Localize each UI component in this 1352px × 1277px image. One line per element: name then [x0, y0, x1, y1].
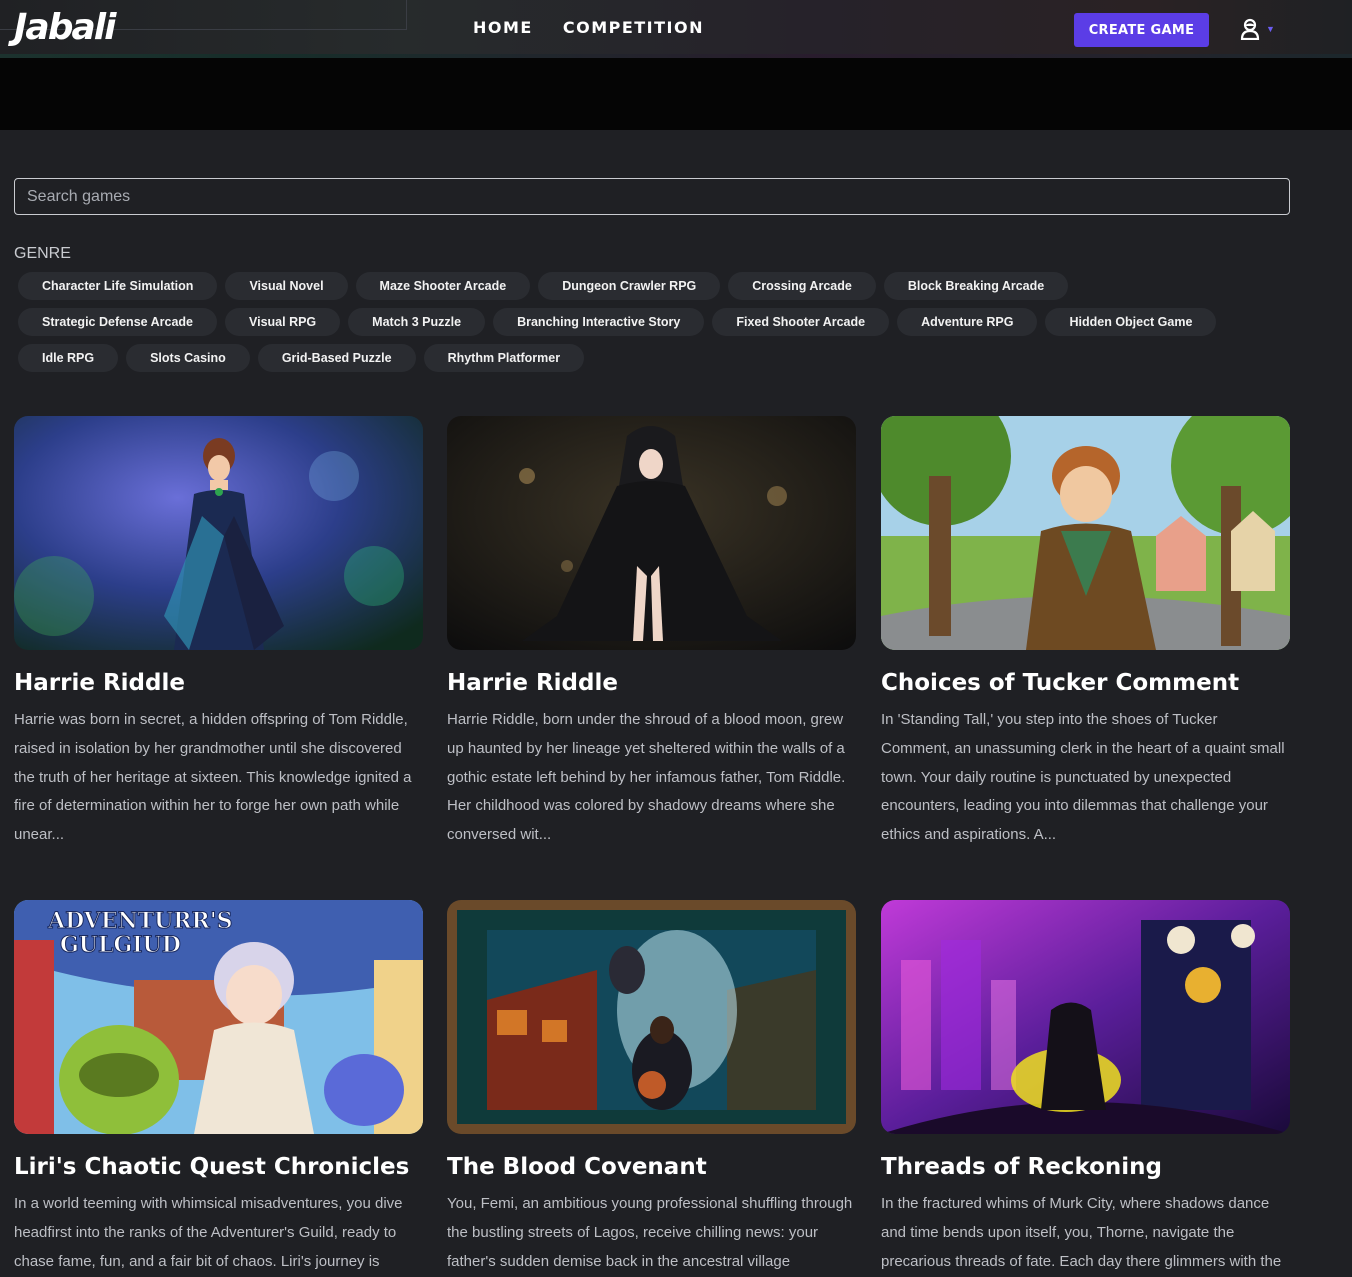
genre-chip[interactable]: Strategic Defense Arcade — [18, 308, 217, 336]
genre-chip[interactable]: Grid-Based Puzzle — [257, 344, 416, 372]
search-input[interactable] — [14, 178, 1290, 215]
genre-chip[interactable]: Adventure RPG — [897, 308, 1038, 336]
game-card[interactable]: ADVENTURR'S GULGIUD Liri's Chaotic Quest… — [14, 900, 423, 1276]
game-description: Harrie Riddle, born under the shroud of … — [447, 711, 846, 844]
genre-chip-list: Character Life Simulation Visual Novel M… — [18, 272, 1248, 372]
image-text: GULGIUD — [60, 932, 181, 958]
game-title[interactable]: Threads of Reckoning — [881, 1153, 1290, 1181]
genre-chip[interactable]: Slots Casino — [126, 344, 250, 372]
genre-chip[interactable]: Match 3 Puzzle — [348, 308, 486, 336]
game-description: Harrie was born in secret, a hidden offs… — [14, 711, 412, 844]
game-thumbnail[interactable] — [881, 416, 1290, 650]
genre-chip[interactable]: Rhythm Platformer — [423, 344, 585, 372]
genre-chip[interactable]: Fixed Shooter Arcade — [712, 308, 890, 336]
genre-chip[interactable]: Idle RPG — [18, 344, 119, 372]
game-thumbnail[interactable] — [14, 416, 423, 650]
chevron-down-icon: ▼ — [1266, 24, 1275, 34]
game-title[interactable]: Choices of Tucker Comment — [881, 669, 1290, 697]
game-thumbnail[interactable]: ADVENTURR'S GULGIUD — [14, 900, 423, 1134]
main-nav: HOME COMPETITION — [473, 18, 704, 37]
game-description: In 'Standing Tall,' you step into the sh… — [881, 711, 1285, 844]
genre-chip[interactable]: Crossing Arcade — [728, 272, 876, 300]
create-game-button[interactable]: CREATE GAME — [1074, 13, 1209, 47]
game-thumbnail[interactable] — [447, 416, 856, 650]
genre-chip[interactable]: Branching Interactive Story — [493, 308, 705, 336]
genre-chip[interactable]: Maze Shooter Arcade — [355, 272, 531, 300]
user-menu[interactable]: ▼ — [1240, 18, 1275, 40]
game-card[interactable]: Harrie Riddle Harrie was born in secret,… — [14, 416, 423, 850]
genre-chip[interactable]: Dungeon Crawler RPG — [538, 272, 721, 300]
game-title[interactable]: Harrie Riddle — [14, 669, 423, 697]
game-description: In the fractured whims of Murk City, whe… — [881, 1195, 1282, 1270]
genre-chip[interactable]: Visual Novel — [225, 272, 348, 300]
game-description: In a world teeming with whimsical misadv… — [14, 1195, 403, 1270]
genre-chip[interactable]: Hidden Object Game — [1045, 308, 1217, 336]
top-navigation-bar: Jabali HOME COMPETITION CREATE GAME ▼ — [0, 0, 1352, 58]
user-icon — [1240, 18, 1260, 40]
game-card[interactable]: Threads of Reckoning In the fractured wh… — [881, 900, 1290, 1276]
game-card[interactable]: Harrie Riddle Harrie Riddle, born under … — [447, 416, 856, 850]
game-card[interactable]: Choices of Tucker Comment In 'Standing T… — [881, 416, 1290, 850]
hero-banner — [0, 58, 1352, 130]
site-logo[interactable]: Jabali — [14, 8, 116, 48]
nav-competition[interactable]: COMPETITION — [563, 18, 704, 37]
genre-heading: GENRE — [14, 245, 71, 262]
game-thumbnail[interactable] — [881, 900, 1290, 1134]
game-title[interactable]: Harrie Riddle — [447, 669, 856, 697]
game-description: You, Femi, an ambitious young profession… — [447, 1195, 853, 1270]
image-text: ADVENTURR'S — [47, 908, 232, 934]
game-thumbnail[interactable] — [447, 900, 856, 1134]
genre-chip[interactable]: Block Breaking Arcade — [883, 272, 1069, 300]
genre-chip[interactable]: Character Life Simulation — [18, 272, 218, 300]
game-title[interactable]: The Blood Covenant — [447, 1153, 856, 1181]
nav-home[interactable]: HOME — [473, 18, 533, 37]
game-title[interactable]: Liri's Chaotic Quest Chronicles — [14, 1153, 423, 1181]
genre-chip[interactable]: Visual RPG — [225, 308, 341, 336]
game-card[interactable]: The Blood Covenant You, Femi, an ambitio… — [447, 900, 856, 1276]
